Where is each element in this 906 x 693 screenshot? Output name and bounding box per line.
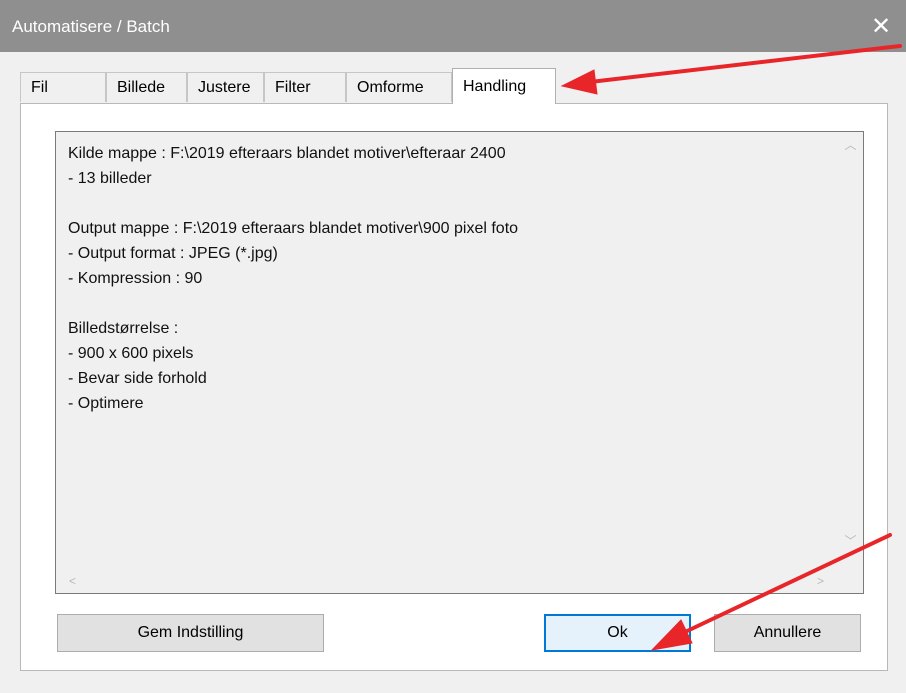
summary-line: Kilde mappe : F:\2019 efteraars blandet … (68, 145, 506, 162)
batch-dialog: Automatisere / Batch ✕ Fil Billede Juste… (0, 0, 906, 693)
handling-panel: Kilde mappe : F:\2019 efteraars blandet … (20, 103, 888, 671)
tab-handling[interactable]: Handling (452, 68, 556, 104)
summary-line (68, 291, 518, 316)
window-title: Automatisere / Batch (12, 17, 170, 36)
tab-omforme[interactable]: Omforme (346, 72, 452, 102)
scroll-right-icon[interactable]: > (808, 568, 833, 593)
vertical-scrollbar[interactable]: ︿ ﹀ (838, 132, 863, 568)
cancel-button[interactable]: Annullere (714, 614, 861, 652)
tab-strip: Fil Billede Justere Filter Omforme Handl… (20, 68, 888, 104)
scroll-left-icon[interactable]: < (60, 568, 85, 593)
tab-filter[interactable]: Filter (264, 72, 346, 102)
summary-line (68, 191, 518, 216)
summary-line: - Optimere (68, 395, 144, 412)
summary-line: Output mappe : F:\2019 efteraars blandet… (68, 220, 519, 237)
scroll-up-icon[interactable]: ︿ (838, 132, 863, 157)
summary-line: - Output format : JPEG (*.jpg) (68, 245, 278, 262)
summary-line: - Bevar side forhold (68, 370, 207, 387)
summary-textbox[interactable]: Kilde mappe : F:\2019 efteraars blandet … (55, 131, 864, 594)
summary-line: - Kompression : 90 (68, 270, 203, 287)
summary-line: Billedstørrelse : (68, 320, 179, 337)
close-icon[interactable]: ✕ (856, 0, 906, 52)
horizontal-scrollbar[interactable]: < > (56, 568, 840, 593)
tab-justere[interactable]: Justere (187, 72, 264, 102)
summary-line: - 900 x 600 pixels (68, 345, 194, 362)
tab-fil[interactable]: Fil (20, 72, 106, 102)
tab-billede[interactable]: Billede (106, 72, 187, 102)
save-settings-button[interactable]: Gem Indstilling (57, 614, 324, 652)
summary-line: - 13 billeder (68, 170, 152, 187)
scroll-down-icon[interactable]: ﹀ (838, 528, 863, 553)
title-bar[interactable]: Automatisere / Batch ✕ (0, 0, 906, 52)
summary-lines: Kilde mappe : F:\2019 efteraars blandet … (68, 141, 518, 416)
ok-button[interactable]: Ok (544, 614, 691, 652)
